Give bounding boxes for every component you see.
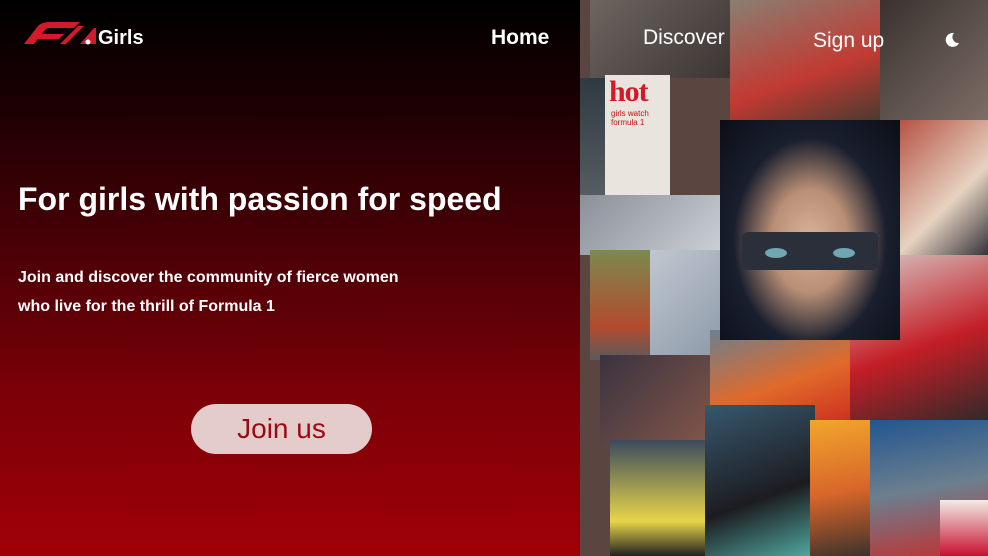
eye-shape [765,248,787,258]
magazine-title: hot [609,75,649,108]
collage-photo [705,405,815,556]
collage-photo [940,500,988,556]
nav-home-link[interactable]: Home [491,26,549,50]
hero-subtitle-line: who live for the thrill of Formula 1 [18,298,275,315]
nav-signup-link[interactable]: Sign up [813,29,884,53]
collage-photo [610,440,710,556]
nav-discover-link[interactable]: Discover [643,26,725,50]
moon-icon[interactable] [943,31,961,49]
join-us-button[interactable]: Join us [191,404,372,454]
brand-name: Girls [98,27,144,49]
hero-title: For girls with passion for speed [18,181,502,217]
f1-logo-icon[interactable] [20,20,96,46]
photo-collage: hot girls watch formula 1 [580,0,988,556]
collage-photo [730,0,880,120]
magazine-cover: hot girls watch formula 1 [605,75,670,195]
collage-photo [580,195,730,255]
collage-photo [880,0,988,120]
collage-photo [890,120,988,260]
helmet-visor [742,232,878,270]
helmet-portrait [720,120,900,340]
hero-subtitle: Join and discover the community of fierc… [18,263,478,321]
magazine-subtitle: girls watch formula 1 [611,109,649,127]
collage-photo [590,250,650,360]
eye-shape [833,248,855,258]
hero-subtitle-line: Join and discover the community of fierc… [18,269,399,286]
